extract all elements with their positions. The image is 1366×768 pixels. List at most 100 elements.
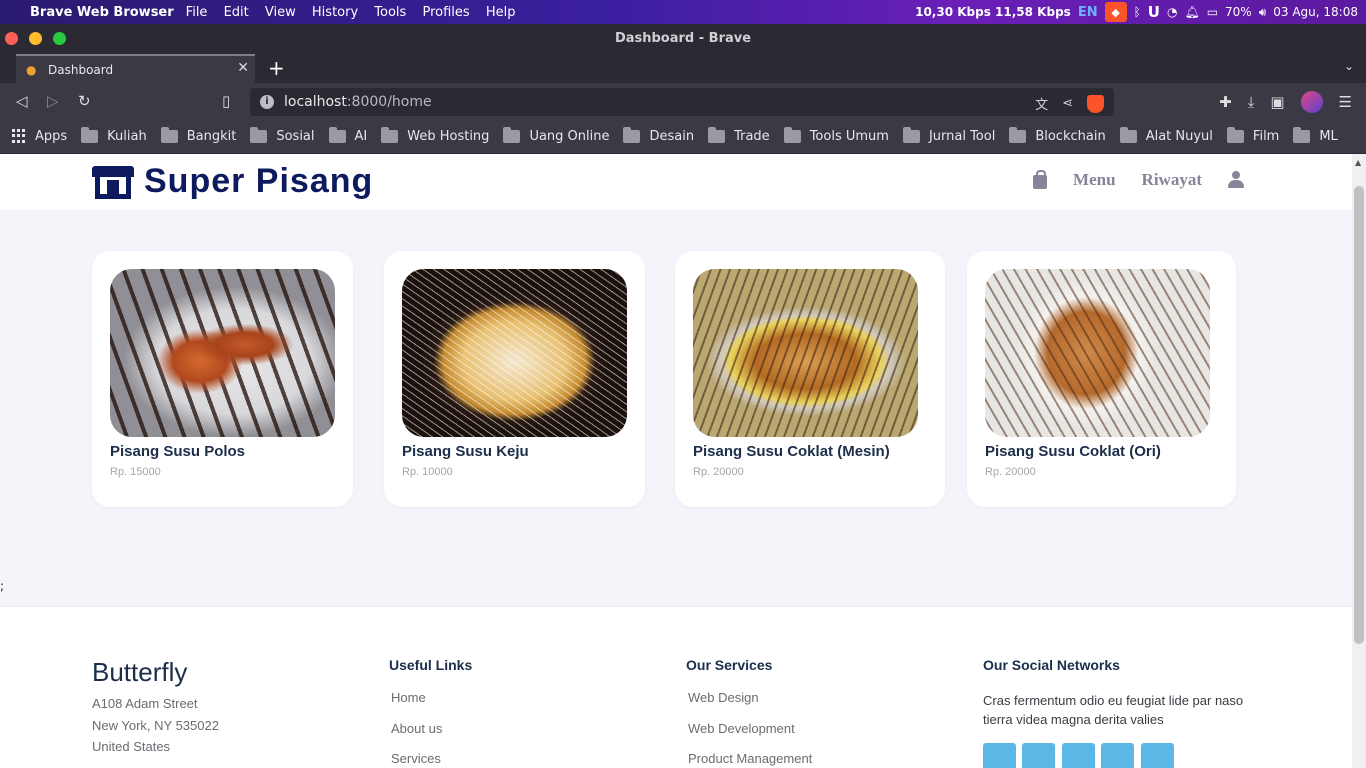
share-icon[interactable]: ⋖ (1062, 96, 1073, 111)
bookmark-label: Tools Umum (809, 128, 889, 144)
app-menu: File Edit View History Tools Profiles He… (186, 5, 528, 20)
product-price: Rp. 15000 (110, 466, 161, 478)
bookmark-label: Web Hosting (407, 128, 490, 144)
bookmark-folder[interactable]: Desain (623, 126, 694, 144)
brave-shields-icon[interactable] (1087, 94, 1104, 113)
user-icon[interactable] (1228, 171, 1244, 189)
menu-file[interactable]: File (186, 5, 208, 20)
scrollbar-thumb[interactable] (1354, 186, 1364, 644)
social-description: Cras fermentum odio eu feugiat lide par … (983, 693, 1244, 727)
useful-links-heading: Useful Links (389, 657, 473, 673)
tab-list-chevron-icon[interactable]: ⌄ (1344, 59, 1354, 73)
close-tab-icon[interactable]: ✕ (237, 60, 249, 76)
social-facebook-icon[interactable] (1022, 743, 1055, 768)
bookmark-icon[interactable]: ▯ (222, 92, 230, 110)
site-logo[interactable]: Super Pisang (92, 162, 373, 201)
address-bar[interactable]: i localhost :8000/home 文 ⋖ (250, 88, 1114, 116)
bookmark-folder[interactable]: Jurnal Tool (902, 126, 995, 144)
battery-icon[interactable]: ▭ (1207, 5, 1218, 19)
menu-history[interactable]: History (312, 5, 358, 20)
social-twitter-icon[interactable] (983, 743, 1016, 768)
menu-edit[interactable]: Edit (224, 5, 249, 20)
folder-icon (381, 126, 399, 143)
bookmark-folder[interactable]: Bangkit (160, 126, 236, 144)
net-speed: 10,30 Kbps 11,58 Kbps (915, 5, 1071, 19)
extensions-icon[interactable]: ✚ (1219, 93, 1232, 111)
bookmark-label: AI (354, 128, 368, 144)
shopping-bag-icon[interactable] (1033, 169, 1048, 189)
footer-brand: Butterfly (92, 657, 188, 687)
favicon-icon: ● (26, 62, 37, 77)
scroll-up-icon[interactable]: ▲ (1355, 158, 1361, 167)
menu-view[interactable]: View (265, 5, 296, 20)
product-card[interactable]: Pisang Susu Keju Rp. 10000 (384, 251, 645, 507)
menu-icon[interactable]: ☰ (1339, 93, 1352, 111)
menu-help[interactable]: Help (486, 5, 516, 20)
back-button[interactable]: ◁ (16, 92, 28, 110)
footer-link-product-management[interactable]: Product Management (688, 751, 812, 766)
language-indicator[interactable]: EN (1078, 5, 1098, 20)
bookmark-folder[interactable]: Tools Umum (783, 126, 889, 144)
product-name: Pisang Susu Coklat (Mesin) (693, 443, 890, 460)
product-card[interactable]: Pisang Susu Coklat (Mesin) Rp. 20000 (675, 251, 945, 507)
profile-avatar[interactable] (1300, 91, 1323, 113)
address-bar-actions: 文 ⋖ (1035, 94, 1104, 113)
bookmark-folder[interactable]: Sosial (250, 126, 315, 144)
footer-link-web-development[interactable]: Web Development (688, 721, 795, 736)
social-instagram-icon[interactable] (1062, 743, 1095, 768)
new-tab-button[interactable]: + (268, 56, 285, 80)
bookmark-folder[interactable]: Blockchain (1009, 126, 1106, 144)
footer-address-line: New York, NY 535022 (92, 718, 219, 733)
bookmark-label: Apps (35, 128, 68, 144)
page-scrollbar[interactable]: ▲ (1352, 154, 1366, 768)
product-image (402, 269, 627, 437)
u-app-icon[interactable]: U (1148, 3, 1160, 21)
bookmarks-bar: Apps Kuliah Bangkit Sosial AI Web Hostin… (0, 119, 1366, 154)
bell-icon[interactable]: 🔔︎ (1184, 5, 1199, 19)
social-heading: Our Social Networks (983, 657, 1120, 673)
bookmark-apps[interactable]: Apps (12, 128, 68, 144)
footer-link-services[interactable]: Services (391, 751, 441, 766)
bookmark-folder[interactable]: Uang Online (503, 126, 610, 144)
bookmark-label: Uang Online (529, 128, 610, 144)
translate-icon[interactable]: 文 (1035, 94, 1048, 113)
reload-button[interactable]: ↻ (78, 92, 91, 110)
wifi-icon[interactable]: ◔ (1167, 5, 1177, 19)
bookmark-folder[interactable]: Kuliah (81, 126, 147, 144)
product-image (110, 269, 335, 437)
vpn-icon[interactable]: ◆ (1104, 2, 1127, 22)
social-skype-icon[interactable] (1101, 743, 1134, 768)
product-card[interactable]: Pisang Susu Polos Rp. 15000 (92, 251, 353, 507)
nav-menu-link[interactable]: Menu (1073, 170, 1116, 190)
product-price: Rp. 10000 (402, 466, 453, 478)
forward-button[interactable]: ▷ (47, 92, 59, 110)
folder-icon (708, 126, 726, 143)
bookmark-folder[interactable]: Alat Nuyul (1119, 126, 1213, 144)
product-card[interactable]: Pisang Susu Coklat (Ori) Rp. 20000 (967, 251, 1236, 507)
folder-icon (250, 126, 268, 143)
bookmark-folder[interactable]: Web Hosting (381, 126, 490, 144)
bookmark-folder[interactable]: Film (1226, 126, 1279, 144)
bookmark-folder[interactable]: AI (328, 126, 368, 144)
footer-link-home[interactable]: Home (391, 690, 426, 705)
clock[interactable]: 03 Agu, 18:08 (1273, 5, 1358, 19)
download-icon[interactable]: ⤓ (1248, 93, 1255, 111)
bluetooth-icon[interactable]: ᛒ (1134, 5, 1141, 19)
product-name: Pisang Susu Coklat (Ori) (985, 443, 1161, 460)
folder-icon (160, 126, 178, 143)
menu-profiles[interactable]: Profiles (422, 5, 469, 20)
menu-tools[interactable]: Tools (374, 5, 406, 20)
social-linkedin-icon[interactable] (1141, 743, 1174, 768)
bookmark-folder[interactable]: Trade (708, 126, 770, 144)
sidebar-icon[interactable]: ▣ (1270, 93, 1284, 111)
footer-address-line: United States (92, 739, 171, 754)
nav-history-link[interactable]: Riwayat (1142, 170, 1202, 190)
footer-link-about[interactable]: About us (391, 721, 442, 736)
bookmark-folder[interactable]: ML (1293, 126, 1338, 144)
app-name[interactable]: Brave Web Browser (30, 5, 174, 20)
volume-icon[interactable]: 🔊︎ (1259, 5, 1267, 20)
site-info-icon[interactable]: i (260, 95, 274, 109)
footer-link-web-design[interactable]: Web Design (688, 690, 759, 705)
tab-dashboard[interactable]: ● Dashboard ✕ (16, 54, 255, 83)
navigation-toolbar: ◁ ▷ ↻ ▯ i localhost :8000/home 文 ⋖ ✚ ⤓ ▣… (0, 83, 1366, 119)
